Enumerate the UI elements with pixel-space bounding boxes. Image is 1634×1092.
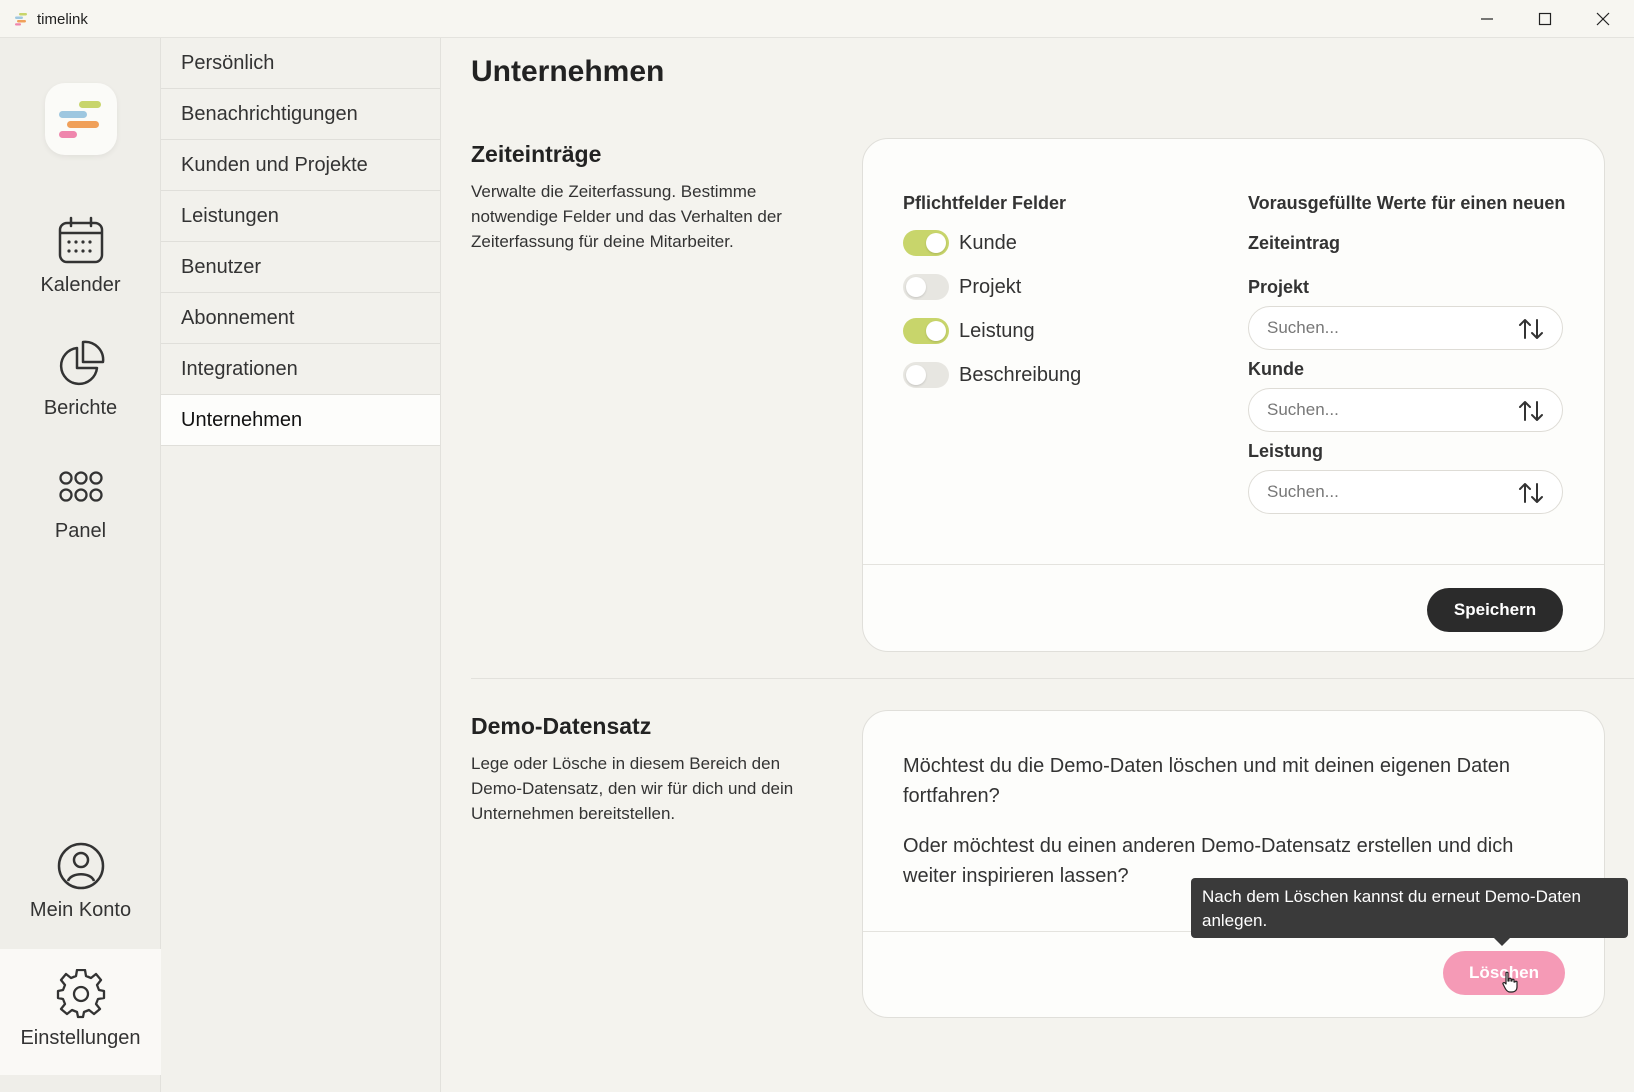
rail-label-panel: Panel <box>54 520 107 542</box>
rail-item-panel[interactable]: Panel <box>0 454 161 564</box>
maximize-button[interactable] <box>1516 0 1574 38</box>
nav-item-customers-projects[interactable]: Kunden und Projekte <box>161 140 440 191</box>
demo-card: Möchtest du die Demo-Daten löschen und m… <box>862 710 1605 1018</box>
rail-item-calendar[interactable]: Kalender <box>0 208 161 318</box>
nav-item-company[interactable]: Unternehmen <box>161 395 440 446</box>
prefill-heading-line1: Vorausgefüllte Werte für einen neuen <box>1248 193 1566 213</box>
rail-label-account: Mein Konto <box>29 899 132 921</box>
toggle-row-customer[interactable]: Kunde <box>903 229 1017 257</box>
app-logo-icon <box>59 101 101 138</box>
customer-search-input[interactable] <box>1267 400 1507 420</box>
nav-item-integrations[interactable]: Integrationen <box>161 344 440 395</box>
tooltip-arrow <box>1493 937 1511 946</box>
nav-item-users[interactable]: Benutzer <box>161 242 440 293</box>
toggle-label-project: Projekt <box>959 275 1022 298</box>
save-button[interactable]: Speichern <box>1427 588 1563 632</box>
main-rail: Kalender Berichte Panel Mein Konto Einst… <box>0 38 161 1092</box>
toggle-row-project[interactable]: Projekt <box>903 273 1021 301</box>
section-title-demo: Demo-Datensatz <box>471 713 652 739</box>
app-logo-icon <box>15 13 27 26</box>
toggle-description[interactable] <box>903 362 949 388</box>
prefill-heading-line2: Zeiteintrag <box>1248 233 1341 253</box>
pie-chart-icon <box>59 340 104 386</box>
minimize-button[interactable] <box>1458 0 1516 38</box>
window-title: timelink <box>37 11 88 28</box>
demo-question-delete: Möchtest du die Demo-Daten löschen und m… <box>903 755 1511 807</box>
close-button[interactable] <box>1574 0 1632 38</box>
toggle-service[interactable] <box>903 318 949 344</box>
gear-icon <box>56 969 105 1019</box>
user-circle-icon <box>57 842 104 890</box>
rail-label-settings: Einstellungen <box>20 1027 141 1049</box>
time-entries-card: Pflichtfelder Felder Kunde Projekt Leist… <box>862 138 1605 652</box>
field-label-project: Projekt <box>1248 277 1310 297</box>
card-divider <box>863 564 1604 565</box>
rail-item-settings[interactable]: Einstellungen <box>0 949 161 1075</box>
sort-arrows-icon <box>1519 483 1543 503</box>
sort-arrows-icon <box>1519 401 1543 421</box>
rail-item-account[interactable]: Mein Konto <box>0 833 161 943</box>
section-title-time-entries: Zeiteinträge <box>471 141 602 167</box>
delete-tooltip: Nach dem Löschen kannst du erneut Demo-D… <box>1191 878 1628 938</box>
rail-item-reports[interactable]: Berichte <box>0 331 161 441</box>
field-label-service: Leistung <box>1248 441 1323 461</box>
customer-combobox[interactable] <box>1248 388 1563 432</box>
rail-label-calendar: Kalender <box>40 274 121 296</box>
section-desc-demo: Lege oder Lösche in diesem Bereich den D… <box>471 754 794 823</box>
close-icon <box>1596 12 1610 26</box>
service-combobox[interactable] <box>1248 470 1563 514</box>
nav-item-subscription[interactable]: Abonnement <box>161 293 440 344</box>
toggle-label-customer: Kunde <box>959 231 1017 254</box>
toggle-label-description: Beschreibung <box>959 363 1082 386</box>
section-desc-time-entries: Verwalte die Zeiterfassung. Bestimme not… <box>471 182 782 251</box>
project-search-input[interactable] <box>1267 318 1507 338</box>
title-bar: timelink <box>0 0 1634 38</box>
maximize-icon <box>1538 12 1552 26</box>
section-divider <box>471 678 1634 679</box>
field-label-customer: Kunde <box>1248 359 1304 379</box>
toggle-row-service[interactable]: Leistung <box>903 317 1035 345</box>
app-logo[interactable] <box>45 83 117 155</box>
calendar-icon <box>58 216 103 264</box>
minimize-icon <box>1481 18 1493 20</box>
nav-item-services[interactable]: Leistungen <box>161 191 440 242</box>
project-combobox[interactable] <box>1248 306 1563 350</box>
toggle-row-description[interactable]: Beschreibung <box>903 361 1081 389</box>
toggle-project[interactable] <box>903 274 949 300</box>
sort-arrows-icon <box>1519 319 1543 339</box>
nav-item-personal[interactable]: Persönlich <box>161 38 440 89</box>
page-title: Unternehmen <box>471 55 665 88</box>
nav-item-notifications[interactable]: Benachrichtigungen <box>161 89 440 140</box>
rail-label-reports: Berichte <box>43 397 118 419</box>
toggle-customer[interactable] <box>903 230 949 256</box>
toggle-label-service: Leistung <box>959 319 1035 342</box>
service-search-input[interactable] <box>1267 482 1507 502</box>
settings-nav: Persönlich Benachrichtigungen Kunden und… <box>161 38 441 1092</box>
grid-icon <box>58 471 103 502</box>
hand-cursor-icon <box>1502 971 1518 993</box>
required-fields-heading: Pflichtfelder Felder <box>903 193 1067 213</box>
